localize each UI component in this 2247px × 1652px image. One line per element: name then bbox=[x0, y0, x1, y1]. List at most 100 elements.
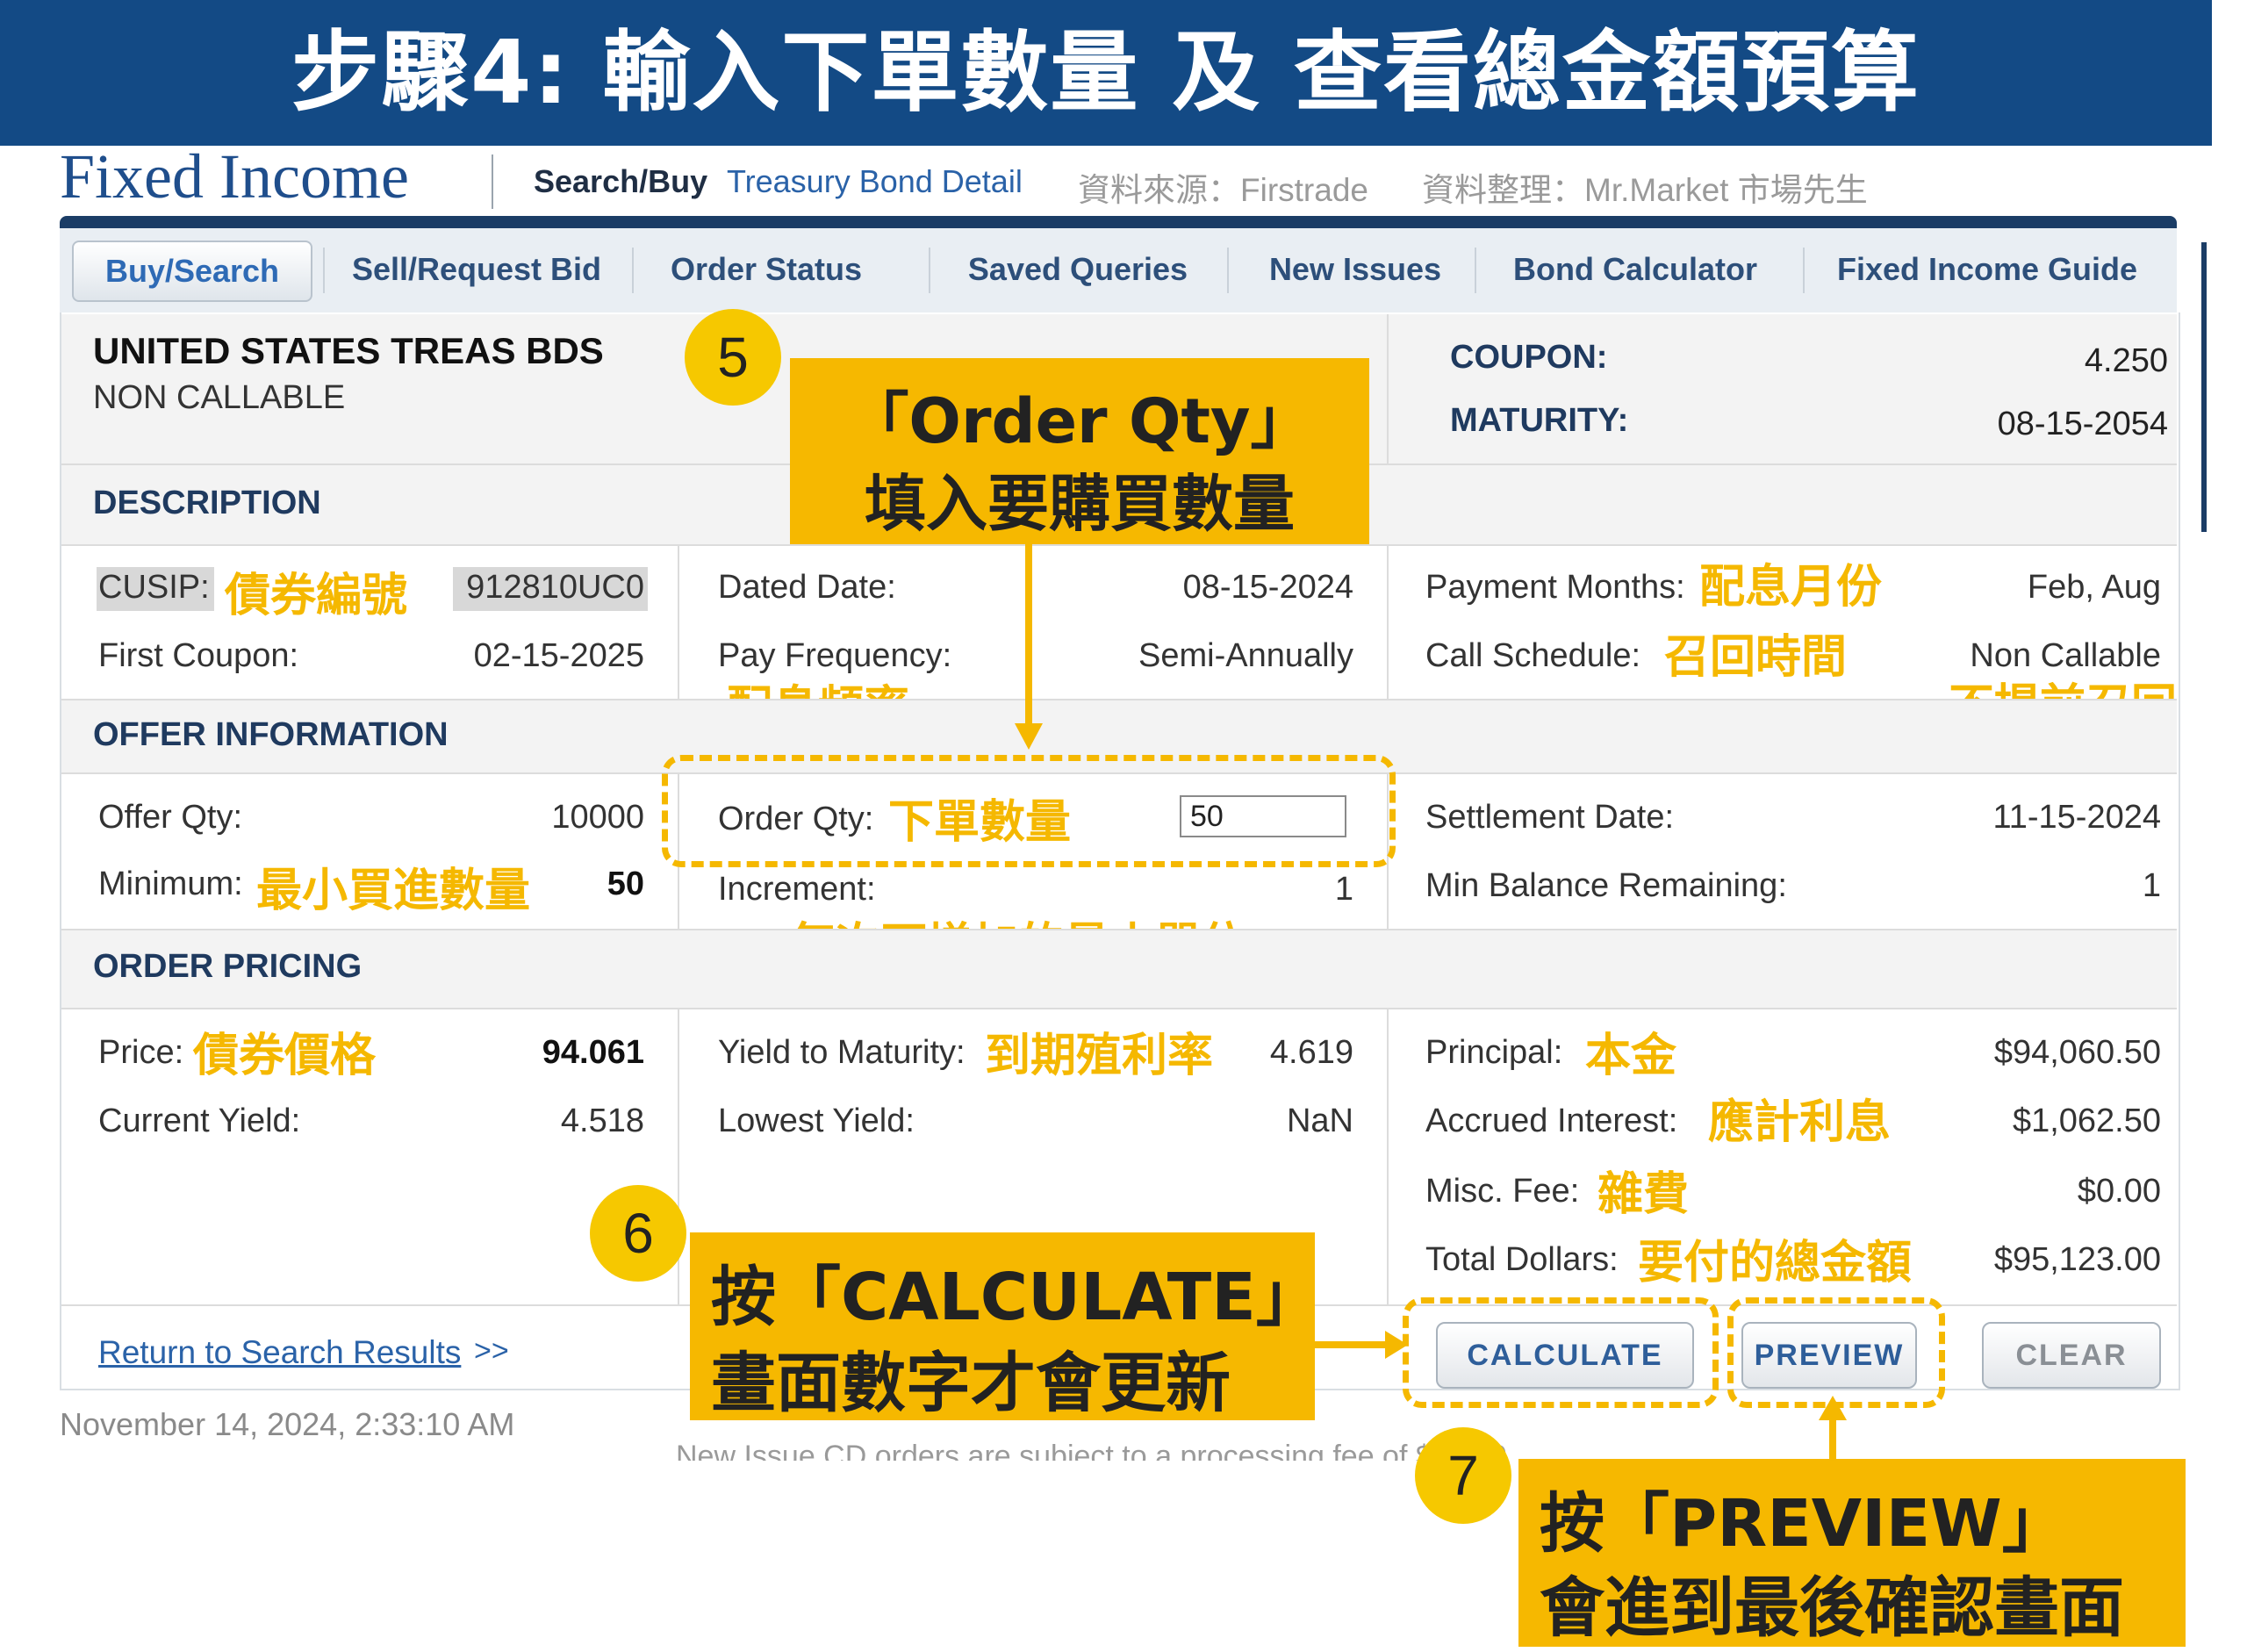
pay-frequency-label: Pay Frequency: bbox=[718, 637, 952, 674]
description-title: DESCRIPTION bbox=[93, 485, 321, 521]
column-divider bbox=[1387, 544, 1389, 699]
tab-new-issues[interactable]: New Issues bbox=[1232, 241, 1478, 298]
clear-button[interactable]: CLEAR bbox=[1982, 1322, 2161, 1389]
minimum-label: Minimum: bbox=[98, 866, 243, 902]
annotation-total-dollars: 要付的總金額 bbox=[1638, 1237, 1913, 1289]
min-balance-label: Min Balance Remaining: bbox=[1425, 867, 1787, 904]
annotation-minimum: 最小買進數量 bbox=[256, 865, 531, 917]
dated-date-value: 08-15-2024 bbox=[1182, 569, 1353, 606]
first-coupon-label: First Coupon: bbox=[98, 637, 299, 674]
price-value: 94.061 bbox=[542, 1034, 644, 1071]
min-balance-value: 1 bbox=[2142, 867, 2161, 904]
step-7-line-2: 會進到最後確認畫面 bbox=[1540, 1570, 2124, 1646]
total-dollars-label: Total Dollars: bbox=[1425, 1241, 1619, 1278]
misc-fee-value: $0.00 bbox=[2077, 1173, 2161, 1210]
dated-date-label: Dated Date: bbox=[718, 569, 896, 606]
accrued-interest-value: $1,062.50 bbox=[2012, 1103, 2161, 1139]
column-divider bbox=[1387, 1008, 1389, 1304]
tab-separator bbox=[323, 248, 325, 293]
annotation-price: 債券價格 bbox=[193, 1030, 377, 1082]
payment-months-value: Feb, Aug bbox=[2027, 569, 2161, 606]
step-7-arrow-line bbox=[1829, 1417, 1836, 1461]
principal-label: Principal: bbox=[1425, 1034, 1563, 1071]
step-6-arrow-line bbox=[1315, 1341, 1394, 1348]
cusip-label: CUSIP: bbox=[98, 569, 210, 606]
misc-fee-label: Misc. Fee: bbox=[1425, 1173, 1580, 1210]
ytm-label: Yield to Maturity: bbox=[718, 1034, 966, 1071]
step-6-line-2: 畫面數字才會更新 bbox=[711, 1346, 1231, 1421]
price-label: Price: bbox=[98, 1034, 184, 1071]
tab-separator bbox=[632, 248, 634, 293]
app-title: Fixed Income bbox=[60, 141, 409, 212]
step-7-callout: 按「PREVIEW」 會進到最後確認畫面 bbox=[1518, 1459, 2186, 1647]
tab-separator bbox=[929, 248, 930, 293]
tab-saved-queries[interactable]: Saved Queries bbox=[937, 241, 1218, 298]
timestamp: November 14, 2024, 2:33:10 AM bbox=[60, 1406, 515, 1442]
step-5-arrow-head bbox=[1015, 723, 1043, 750]
annotation-order-qty: 下單數量 bbox=[888, 796, 1072, 849]
cusip-value: 912810UC0 bbox=[466, 569, 644, 606]
order-qty-label: Order Qty: bbox=[718, 801, 874, 837]
step-5-badge: 5 bbox=[685, 309, 781, 406]
tab-buy-search[interactable]: Buy/Search bbox=[72, 241, 312, 302]
source-credit: 資料來源：Firstrade bbox=[1078, 172, 1368, 208]
current-yield-label: Current Yield: bbox=[98, 1103, 301, 1139]
preview-button[interactable]: PREVIEW bbox=[1741, 1322, 1917, 1389]
return-to-search-link[interactable]: Return to Search Results bbox=[98, 1334, 461, 1371]
column-divider bbox=[1387, 314, 1389, 463]
coupon-value: 4.250 bbox=[2084, 342, 2168, 379]
step-5-line-1: 「Order Qty」 bbox=[847, 385, 1312, 457]
increment-label: Increment: bbox=[718, 871, 876, 908]
principal-value: $94,060.50 bbox=[1993, 1034, 2161, 1071]
order-pricing-title: ORDER PRICING bbox=[93, 948, 363, 985]
step-6-line-1: 按「CALCULATE」 bbox=[711, 1260, 1321, 1335]
step-7-badge: 7 bbox=[1415, 1427, 1511, 1524]
ytm-value: 4.619 bbox=[1269, 1034, 1353, 1071]
return-arrows[interactable]: >> bbox=[474, 1334, 509, 1368]
accrued-interest-label: Accrued Interest: bbox=[1425, 1103, 1678, 1139]
tab-fixed-income-guide[interactable]: Fixed Income Guide bbox=[1812, 241, 2163, 298]
settlement-date-label: Settlement Date: bbox=[1425, 799, 1675, 836]
annotation-call-schedule: 召回時間 bbox=[1664, 631, 1848, 684]
annotation-cusip: 債券編號 bbox=[225, 570, 408, 622]
nav-top-bar bbox=[60, 216, 2177, 228]
bond-name: UNITED STATES TREAS BDS bbox=[93, 330, 604, 371]
pricing-section-bar: ORDER PRICING bbox=[61, 929, 2177, 1009]
lowest-yield-label: Lowest Yield: bbox=[718, 1103, 915, 1139]
offer-qty-label: Offer Qty: bbox=[98, 799, 243, 836]
tab-separator bbox=[1803, 248, 1805, 293]
lowest-yield-value: NaN bbox=[1286, 1103, 1353, 1139]
tab-separator bbox=[1475, 248, 1476, 293]
annotation-payment-months: 配息月份 bbox=[1699, 561, 1883, 614]
maturity-label: MATURITY: bbox=[1450, 402, 1629, 439]
step-5-callout: 「Order Qty」 填入要購買數量 bbox=[790, 358, 1369, 544]
bond-call-type: NON CALLABLE bbox=[93, 379, 346, 416]
minimum-value: 50 bbox=[607, 866, 644, 902]
pay-frequency-value: Semi-Annually bbox=[1138, 637, 1353, 674]
tab-bond-calculator[interactable]: Bond Calculator bbox=[1482, 241, 1789, 298]
step-6-arrow-head bbox=[1385, 1331, 1408, 1359]
annotation-principal: 本金 bbox=[1585, 1030, 1677, 1082]
breadcrumb-search-buy[interactable]: Search/Buy bbox=[534, 163, 707, 200]
page-edge-bar bbox=[2201, 242, 2207, 532]
payment-months-label: Payment Months: bbox=[1425, 569, 1685, 606]
offer-information-title: OFFER INFORMATION bbox=[93, 716, 449, 753]
step-7-arrow-head bbox=[1819, 1396, 1847, 1420]
step-5-line-2: 填入要購買數量 bbox=[865, 468, 1295, 540]
call-schedule-label: Call Schedule: bbox=[1425, 637, 1641, 674]
breadcrumb-bond-detail: Treasury Bond Detail bbox=[727, 163, 1023, 199]
step-7-line-1: 按「PREVIEW」 bbox=[1540, 1486, 2067, 1562]
column-divider bbox=[678, 544, 679, 699]
offer-qty-value: 10000 bbox=[551, 799, 644, 836]
calculate-button[interactable]: CALCULATE bbox=[1436, 1322, 1694, 1389]
step-6-badge: 6 bbox=[590, 1185, 686, 1282]
tab-sell-request-bid[interactable]: Sell/Request Bid bbox=[332, 241, 621, 298]
total-dollars-value: $95,123.00 bbox=[1993, 1241, 2161, 1278]
tab-separator bbox=[1227, 248, 1229, 293]
tab-order-status[interactable]: Order Status bbox=[639, 241, 894, 298]
organizer-credit: 資料整理：Mr.Market 市場先生 bbox=[1422, 172, 1868, 208]
step-6-callout: 按「CALCULATE」 畫面數字才會更新 bbox=[690, 1232, 1321, 1421]
nav-tabs: Buy/Search Sell/Request Bid Order Status… bbox=[60, 228, 2177, 314]
order-qty-input[interactable] bbox=[1180, 795, 1346, 837]
first-coupon-value: 02-15-2025 bbox=[473, 637, 644, 674]
